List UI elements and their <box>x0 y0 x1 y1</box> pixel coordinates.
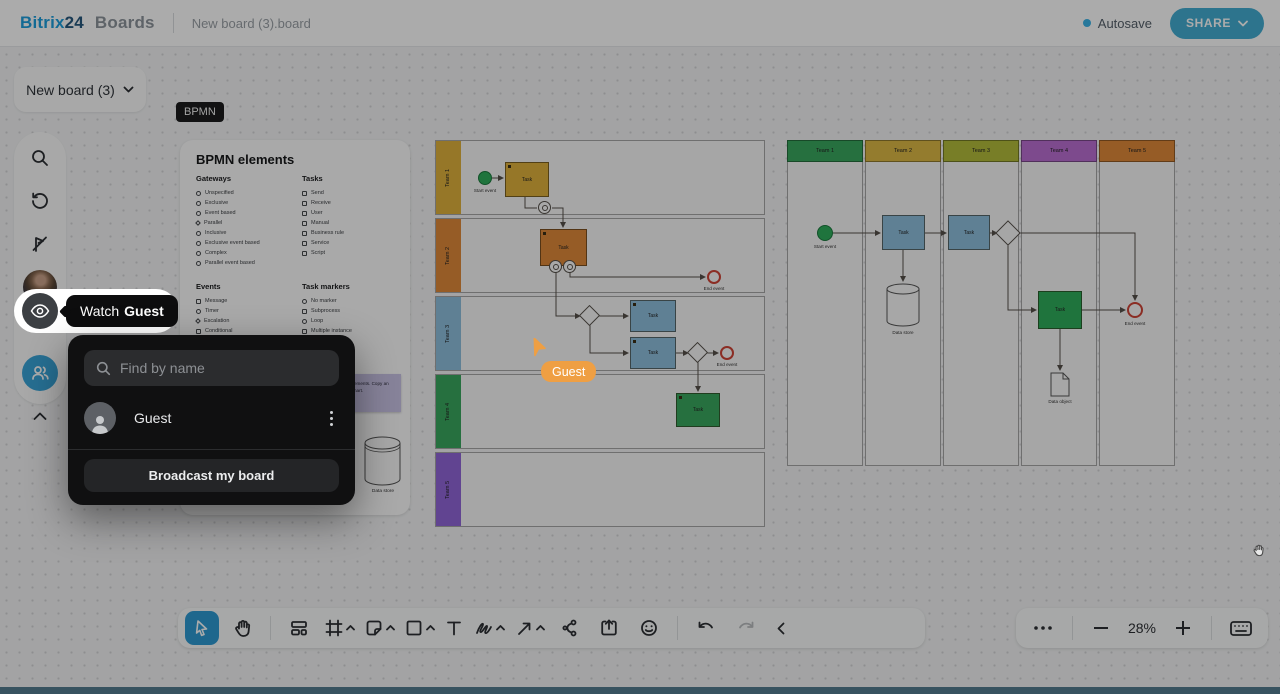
guest-user-row[interactable]: Guest <box>84 398 339 438</box>
eye-icon <box>30 304 50 318</box>
app-window: Bitrix24 Boards New board (3).board Auto… <box>0 0 1280 694</box>
guest-name: Guest <box>134 410 172 426</box>
broadcast-board-button[interactable]: Broadcast my board <box>84 459 339 492</box>
watch-eye-button[interactable] <box>22 293 58 329</box>
tooltip-guest-name: Guest <box>124 303 164 319</box>
tooltip-prefix: Watch <box>80 303 120 319</box>
person-silhouette-icon <box>92 416 108 434</box>
guest-cursor: Guest <box>530 337 597 382</box>
watch-popup: Guest Broadcast my board <box>68 335 355 505</box>
guest-avatar <box>84 402 116 434</box>
watch-tooltip: Watch Guest <box>66 295 178 327</box>
popup-divider <box>68 449 355 450</box>
guest-menu-button[interactable] <box>324 407 339 430</box>
watch-highlight-row: Watch Guest <box>14 289 178 333</box>
mouse-hand-cursor <box>1252 543 1265 563</box>
guest-pointer-icon <box>533 337 546 357</box>
search-icon <box>96 361 111 375</box>
search-field[interactable] <box>84 350 339 386</box>
guest-cursor-label: Guest <box>541 361 597 382</box>
search-input[interactable] <box>120 360 310 376</box>
